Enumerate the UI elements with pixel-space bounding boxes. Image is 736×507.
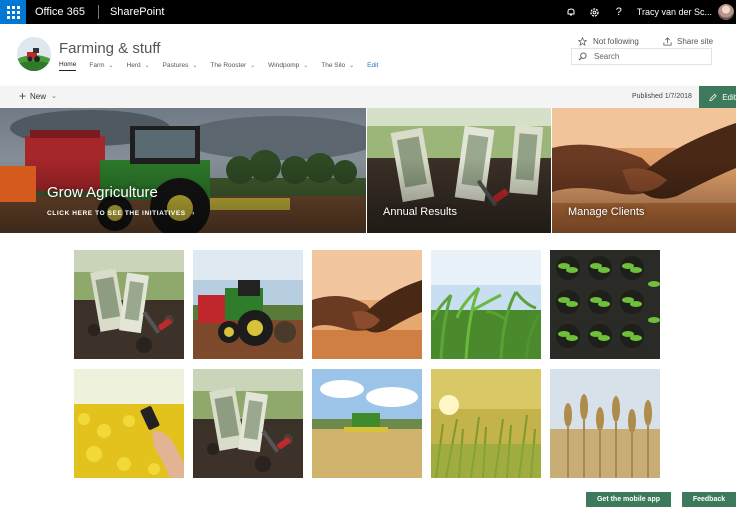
edit-label: Edit	[722, 92, 736, 102]
feedback-button[interactable]: Feedback	[682, 492, 736, 507]
bell-icon[interactable]	[559, 0, 583, 24]
new-label: New	[30, 91, 47, 101]
plus-icon: +	[19, 89, 27, 103]
share-icon	[663, 37, 672, 46]
nav-edit-link[interactable]: Edit	[367, 61, 378, 71]
chevron-down-icon: ⌄	[144, 62, 150, 69]
hero-main-tile[interactable]: Grow Agriculture CLICK HERE TO SEE THE I…	[0, 108, 366, 233]
chevron-down-icon: ⌄	[108, 62, 114, 69]
site-navigation: Home Farm ⌄ Herd ⌄ Pastures ⌄ The Rooster ⌄ …	[59, 61, 391, 71]
hero-tile-annual-results[interactable]: Annual Results	[367, 108, 551, 233]
gallery-image-seedlings[interactable]	[550, 250, 660, 359]
suite-bar-divider	[97, 5, 99, 19]
star-icon	[578, 37, 587, 46]
get-mobile-app-button[interactable]: Get the mobile app	[586, 492, 671, 507]
site-header: Farming & stuff Home Farm ⌄ Herd ⌄ Pasture…	[0, 24, 736, 86]
hero-tile-label: Annual Results	[383, 206, 457, 218]
nav-item-the-silo[interactable]: The Silo ⌄	[321, 61, 354, 71]
command-bar: + New ⌄ Published 1/7/2018	[0, 86, 736, 108]
chevron-down-icon: ⌄	[250, 62, 256, 69]
published-date: Published 1/7/2018	[632, 93, 692, 100]
follow-button[interactable]: Not following	[578, 37, 639, 46]
search-input[interactable]: Search	[571, 48, 712, 65]
chevron-down-icon: ⌄	[349, 62, 355, 69]
chevron-down-icon: ⌄	[192, 62, 198, 69]
nav-item-herd[interactable]: Herd ⌄	[127, 61, 150, 71]
gallery-image-phone-in-canola[interactable]	[74, 369, 184, 478]
site-logo[interactable]	[17, 37, 51, 71]
gallery-image-corn-field[interactable]	[431, 250, 541, 359]
gallery-image-money-in-soil[interactable]	[193, 369, 303, 478]
gallery-image-wheat-ears[interactable]	[550, 369, 660, 478]
chevron-down-icon: ⌄	[51, 93, 57, 100]
nav-item-farm[interactable]: Farm ⌄	[89, 61, 113, 71]
search-icon	[578, 52, 587, 61]
chevron-right-icon: ›	[192, 210, 195, 217]
nav-item-pastures[interactable]: Pastures ⌄	[163, 61, 198, 71]
share-site-button[interactable]: Share site	[663, 37, 713, 46]
new-button[interactable]: + New ⌄	[19, 89, 57, 103]
help-icon[interactable]: ?	[607, 0, 631, 24]
gallery-image-money-in-soil[interactable]	[74, 250, 184, 359]
gallery-image-combine-harvester[interactable]	[312, 369, 422, 478]
site-title[interactable]: Farming & stuff	[59, 40, 160, 57]
suite-bar: Office 365 SharePoint ? Tracy van der Sc…	[0, 0, 736, 24]
nav-item-the-rooster[interactable]: The Rooster ⌄	[210, 61, 255, 71]
hero-main-link[interactable]: CLICK HERE TO SEE THE INITIATIVES ›	[47, 210, 195, 217]
sharepoint-app-name[interactable]: SharePoint	[110, 6, 164, 18]
nav-item-windpomp[interactable]: Windpomp ⌄	[268, 61, 308, 71]
office365-brand[interactable]: Office 365	[35, 6, 85, 18]
nav-item-home[interactable]: Home	[59, 61, 77, 71]
hero-main-title: Grow Agriculture	[47, 184, 158, 201]
share-label: Share site	[677, 37, 714, 46]
gallery-image-sunlit-grass[interactable]	[431, 369, 541, 478]
hero-tile-manage-clients[interactable]: Manage Clients	[552, 108, 736, 233]
accent-block	[0, 166, 36, 202]
user-avatar[interactable]	[718, 4, 734, 20]
user-name[interactable]: Tracy van der Sc...	[637, 7, 712, 17]
waffle-icon[interactable]	[0, 0, 26, 24]
follow-label: Not following	[593, 37, 639, 46]
gallery-image-handshake[interactable]	[312, 250, 422, 359]
edit-page-button[interactable]: Edit	[699, 86, 736, 108]
chevron-down-icon: ⌄	[303, 62, 309, 69]
search-placeholder: Search	[594, 52, 620, 61]
pencil-icon	[709, 93, 717, 101]
hero-tile-label: Manage Clients	[568, 206, 645, 218]
gallery-image-red-green-tractor[interactable]	[193, 250, 303, 359]
gear-icon[interactable]	[583, 0, 607, 24]
